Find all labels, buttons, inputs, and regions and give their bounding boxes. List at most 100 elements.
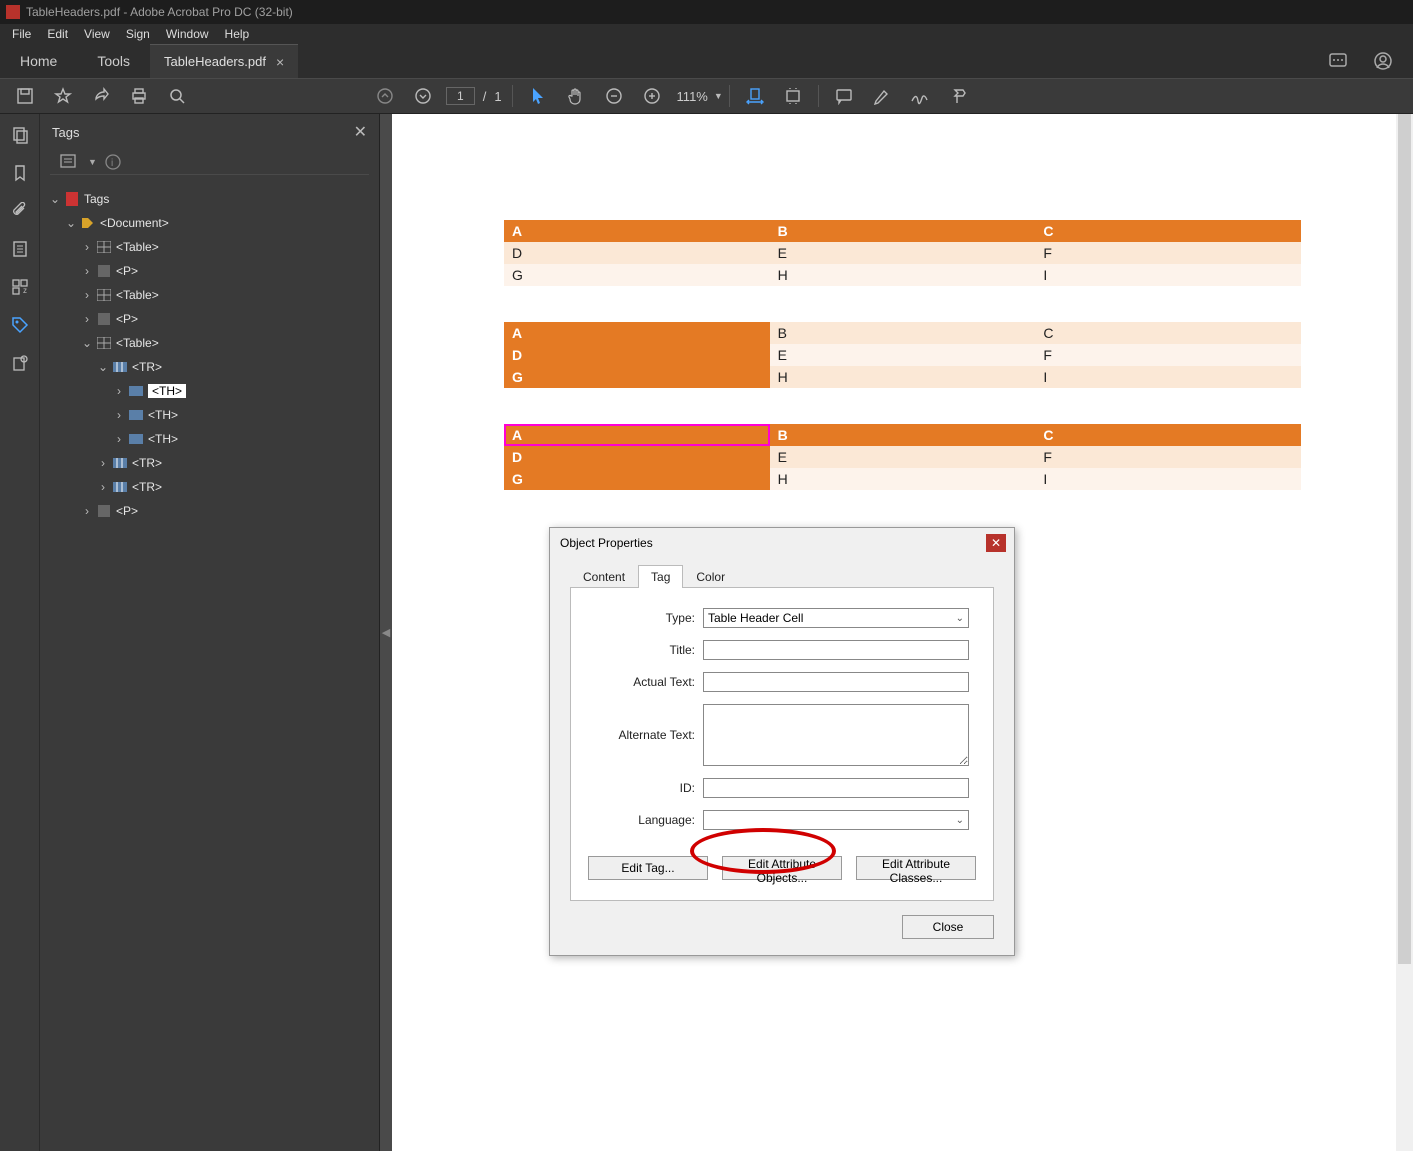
attachments-panel-icon[interactable]	[9, 200, 31, 222]
actual-text-input[interactable]	[703, 672, 969, 692]
menu-view[interactable]: View	[84, 27, 110, 41]
home-tab[interactable]: Home	[0, 44, 77, 78]
tree-item[interactable]: <TR>	[132, 456, 162, 470]
accessibility-panel-icon[interactable]	[9, 352, 31, 374]
pages-panel-icon[interactable]	[9, 124, 31, 146]
expand-icon[interactable]: ›	[80, 288, 94, 302]
menu-help[interactable]: Help	[225, 27, 250, 41]
save-icon[interactable]	[14, 85, 36, 107]
type-select[interactable]: Table Header Cell ⌄	[703, 608, 969, 628]
share-icon[interactable]	[90, 85, 112, 107]
tree-item[interactable]: <Table>	[116, 240, 159, 254]
notifications-icon[interactable]	[1323, 52, 1355, 70]
expand-icon[interactable]: ›	[80, 312, 94, 326]
menu-edit[interactable]: Edit	[47, 27, 68, 41]
expand-icon[interactable]: ›	[112, 432, 126, 446]
label-lang: Language:	[595, 813, 695, 827]
hand-tool-icon[interactable]	[565, 85, 587, 107]
zoom-level[interactable]: 111%	[677, 89, 708, 104]
page-up-icon[interactable]	[374, 85, 396, 107]
cell: A	[504, 322, 770, 344]
cell: I	[1035, 366, 1301, 388]
panel-close-icon[interactable]: ✕	[354, 122, 367, 142]
tree-document[interactable]: <Document>	[100, 216, 169, 230]
tags-panel-icon[interactable]	[9, 314, 31, 336]
cell: C	[1035, 220, 1301, 242]
page-sep: /	[483, 89, 487, 104]
menu-window[interactable]: Window	[166, 27, 209, 41]
tree-item[interactable]: <TH>	[148, 432, 178, 446]
expand-icon[interactable]: ⌄	[48, 192, 62, 206]
chevron-down-icon[interactable]: ▼	[88, 157, 97, 167]
expand-icon[interactable]: ⌄	[96, 360, 110, 374]
edit-attribute-classes-button[interactable]: Edit Attribute Classes...	[856, 856, 976, 880]
menu-sign[interactable]: Sign	[126, 27, 150, 41]
comment-icon[interactable]	[833, 85, 855, 107]
vertical-scrollbar[interactable]	[1396, 114, 1413, 1151]
panel-options-icon[interactable]	[60, 154, 80, 170]
dialog-close-icon[interactable]: ✕	[986, 534, 1006, 552]
find-icon[interactable]	[166, 85, 188, 107]
fit-page-icon[interactable]	[782, 85, 804, 107]
title-input[interactable]	[703, 640, 969, 660]
expand-icon[interactable]: ›	[96, 480, 110, 494]
separator	[818, 85, 819, 107]
expand-icon[interactable]: ›	[112, 384, 126, 398]
zoom-out-icon[interactable]	[603, 85, 625, 107]
star-icon[interactable]	[52, 85, 74, 107]
alt-text-input[interactable]	[703, 704, 969, 766]
id-input[interactable]	[703, 778, 969, 798]
fit-width-icon[interactable]	[744, 85, 766, 107]
content-panel-icon[interactable]	[9, 238, 31, 260]
tools-tab[interactable]: Tools	[77, 44, 150, 78]
info-icon[interactable]: i	[105, 154, 121, 170]
tree-item[interactable]: <Table>	[116, 336, 159, 350]
language-select[interactable]: ⌄	[703, 810, 969, 830]
more-tools-icon[interactable]	[947, 85, 969, 107]
tr-icon	[112, 360, 128, 374]
edit-tag-button[interactable]: Edit Tag...	[588, 856, 708, 880]
tree-item[interactable]: <P>	[116, 504, 138, 518]
expand-icon[interactable]: ›	[112, 408, 126, 422]
chevron-down-icon: ⌄	[956, 613, 964, 624]
highlight-icon[interactable]	[871, 85, 893, 107]
expand-icon[interactable]: ›	[80, 264, 94, 278]
tree-root[interactable]: Tags	[84, 192, 109, 206]
bookmarks-panel-icon[interactable]	[9, 162, 31, 184]
tree-item[interactable]: <P>	[116, 264, 138, 278]
tags-tree[interactable]: ⌄ Tags ⌄ <Document> › <Table> › <P> › <Table>…	[40, 181, 379, 1151]
page-number-input[interactable]: 1	[446, 87, 475, 105]
tree-item[interactable]: <TH>	[148, 408, 178, 422]
print-icon[interactable]	[128, 85, 150, 107]
sign-icon[interactable]	[909, 85, 931, 107]
cell: B	[770, 220, 1036, 242]
order-panel-icon[interactable]: z	[9, 276, 31, 298]
tree-item[interactable]: <P>	[116, 312, 138, 326]
type-value: Table Header Cell	[708, 611, 803, 625]
tree-item[interactable]: <Table>	[116, 288, 159, 302]
menu-file[interactable]: File	[12, 27, 31, 41]
tree-item[interactable]: <TR>	[132, 360, 162, 374]
close-tab-icon[interactable]: ×	[276, 54, 284, 70]
document-tab[interactable]: TableHeaders.pdf ×	[150, 44, 298, 78]
zoom-in-icon[interactable]	[641, 85, 663, 107]
expand-icon[interactable]: ›	[80, 504, 94, 518]
sign-in-icon[interactable]	[1367, 51, 1399, 71]
expand-icon[interactable]: ⌄	[64, 216, 78, 230]
tree-item-selected[interactable]: <TH>	[148, 384, 186, 398]
scrollbar-thumb[interactable]	[1398, 114, 1411, 964]
tab-color[interactable]: Color	[683, 565, 738, 588]
expand-icon[interactable]: ⌄	[80, 336, 94, 350]
expand-icon[interactable]: ›	[96, 456, 110, 470]
select-tool-icon[interactable]	[527, 85, 549, 107]
expand-icon[interactable]: ›	[80, 240, 94, 254]
dialog-tabs: Content Tag Color	[570, 564, 994, 588]
page-down-icon[interactable]	[412, 85, 434, 107]
zoom-dropdown-icon[interactable]: ▼	[714, 91, 723, 101]
tab-content[interactable]: Content	[570, 565, 638, 588]
panel-collapse-handle[interactable]: ◀	[382, 626, 390, 639]
edit-attribute-objects-button[interactable]: Edit Attribute Objects...	[722, 856, 842, 880]
tab-tag[interactable]: Tag	[638, 565, 683, 588]
close-button[interactable]: Close	[902, 915, 994, 939]
tree-item[interactable]: <TR>	[132, 480, 162, 494]
